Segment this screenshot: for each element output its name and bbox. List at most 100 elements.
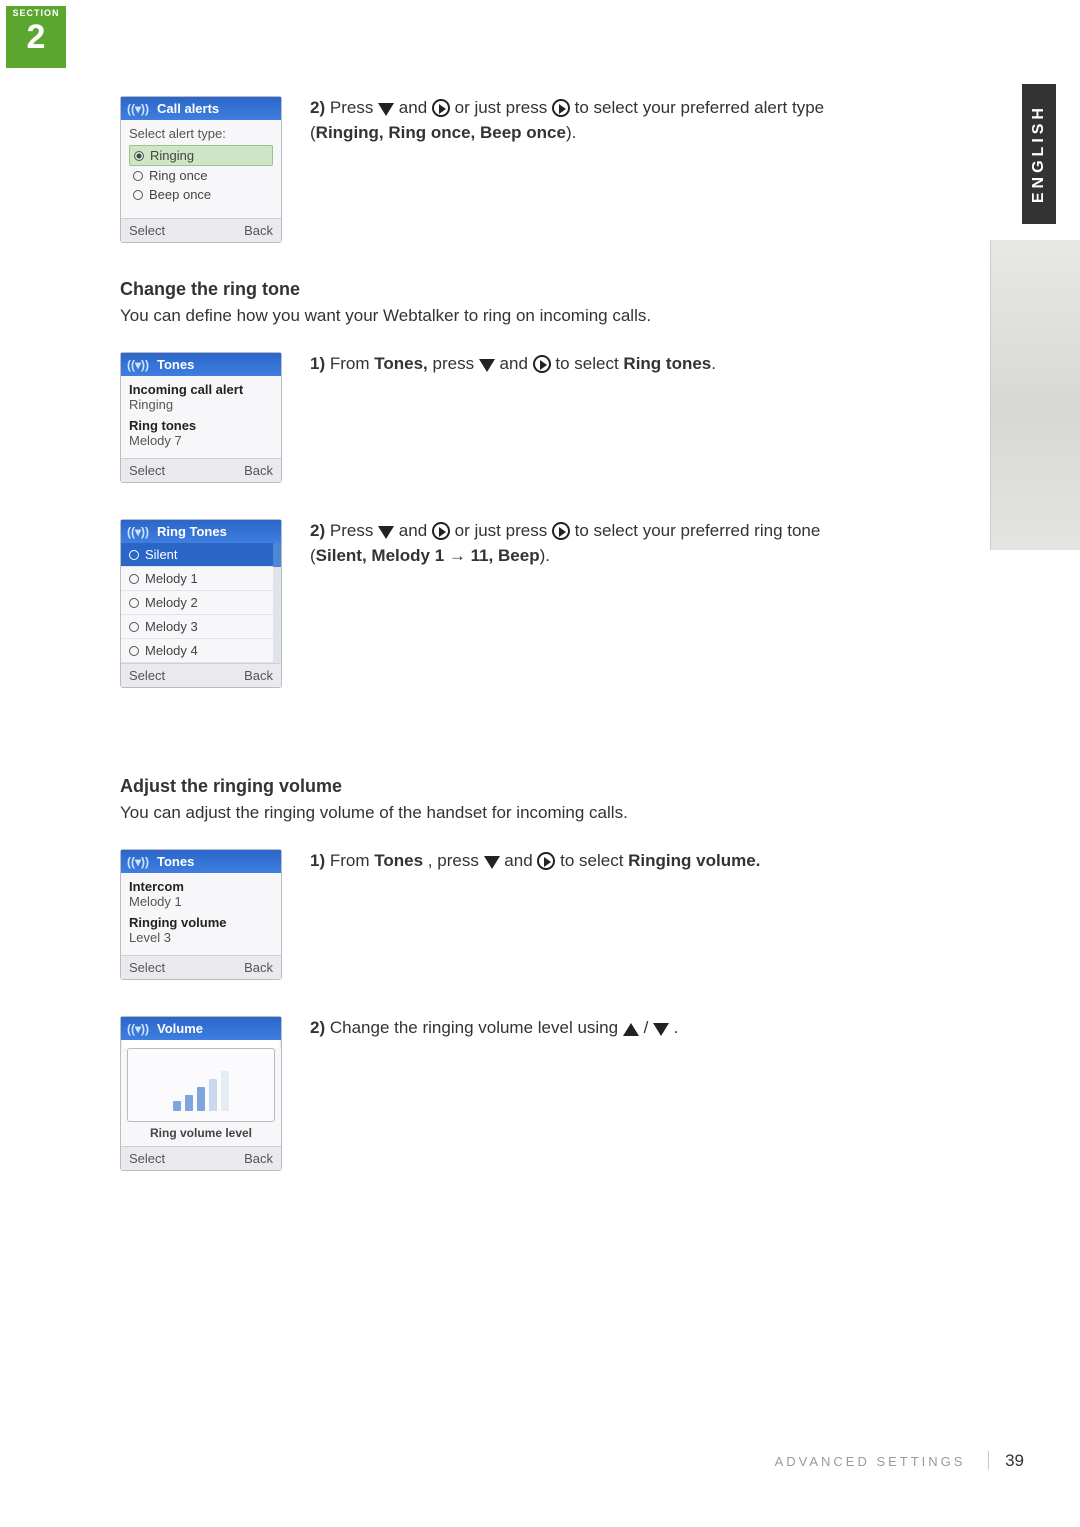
row-tones-a: ((▾)) Tones Incoming call alert Ringing … xyxy=(120,352,880,483)
screen-title-bar: ((▾)) Tones xyxy=(121,850,281,873)
down-arrow-icon xyxy=(378,526,394,539)
manual-page: SECTION 2 ENGLISH ((▾)) Call alerts Sele… xyxy=(0,0,1080,1527)
enter-button-icon xyxy=(533,355,551,373)
step-vol-2: 2) Change the ringing volume level using… xyxy=(282,1016,880,1041)
section-label: SECTION xyxy=(6,8,66,18)
step-ring-1: 1) From Tones, press and to select Ring … xyxy=(282,352,880,377)
down-arrow-icon xyxy=(479,359,495,372)
screen-title-bar: ((▾)) Tones xyxy=(121,353,281,376)
screen-body: Silent Melody 1 Melody 2 Melody 3 Melody… xyxy=(121,543,281,663)
ring-tone-melody-3[interactable]: Melody 3 xyxy=(121,615,281,639)
cat-ring-tones: Ring tones xyxy=(129,418,273,433)
enter-button-icon xyxy=(432,522,450,540)
radio-icon xyxy=(129,598,139,608)
softkey-select[interactable]: Select xyxy=(129,463,165,478)
row-volume: ((▾)) Volume Ring volume level Select Ba… xyxy=(120,1016,880,1171)
volume-caption: Ring volume level xyxy=(121,1126,281,1146)
ring-tone-silent[interactable]: Silent xyxy=(121,543,281,567)
screen-prompt: Select alert type: xyxy=(129,126,273,141)
softkey-select[interactable]: Select xyxy=(129,223,165,238)
screen-body: Select alert type: Ringing Ring once Bee… xyxy=(121,120,281,218)
val-ringing-volume: Level 3 xyxy=(129,930,273,945)
screen-softkeys: Select Back xyxy=(121,218,281,242)
ring-tone-melody-4[interactable]: Melody 4 xyxy=(121,639,281,663)
screen-softkeys: Select Back xyxy=(121,955,281,979)
screen-softkeys: Select Back xyxy=(121,1146,281,1170)
softkey-back[interactable]: Back xyxy=(244,960,273,975)
softkey-select[interactable]: Select xyxy=(129,960,165,975)
up-arrow-icon xyxy=(623,1023,639,1036)
screen-title-bar: ((▾)) Call alerts xyxy=(121,97,281,120)
screen-title-bar: ((▾)) Ring Tones xyxy=(121,520,281,543)
enter-button-icon xyxy=(552,99,570,117)
row-ring-tones: ((▾)) Ring Tones Silent Melody 1 Melody … xyxy=(120,519,880,688)
signal-icon: ((▾)) xyxy=(127,102,149,116)
ring-tone-melody-2[interactable]: Melody 2 xyxy=(121,591,281,615)
screen-title: Call alerts xyxy=(157,101,219,116)
signal-icon: ((▾)) xyxy=(127,1022,149,1036)
down-arrow-icon xyxy=(653,1023,669,1036)
enter-button-icon xyxy=(432,99,450,117)
down-arrow-icon xyxy=(378,103,394,116)
cat-incoming-call-alert: Incoming call alert xyxy=(129,382,273,397)
screen-volume: ((▾)) Volume Ring volume level Select Ba… xyxy=(120,1016,282,1171)
ring-tone-melody-1[interactable]: Melody 1 xyxy=(121,567,281,591)
side-photo xyxy=(990,240,1080,550)
screen-body: Intercom Melody 1 Ringing volume Level 3 xyxy=(121,873,281,955)
radio-icon xyxy=(133,171,143,181)
step-vol-1: 1) From Tones , press and to select Ring… xyxy=(282,849,880,874)
section-number: 2 xyxy=(6,20,66,54)
screen-body: Ring volume level xyxy=(121,1048,281,1146)
radio-icon xyxy=(133,190,143,200)
radio-icon xyxy=(129,574,139,584)
heading-change-ring-tone: Change the ring tone xyxy=(120,279,880,300)
cat-intercom: Intercom xyxy=(129,879,273,894)
screen-tones-a: ((▾)) Tones Incoming call alert Ringing … xyxy=(120,352,282,483)
language-tab: ENGLISH xyxy=(1022,84,1056,224)
row-tones-b: ((▾)) Tones Intercom Melody 1 Ringing vo… xyxy=(120,849,880,980)
signal-icon: ((▾)) xyxy=(127,525,149,539)
enter-button-icon xyxy=(537,852,555,870)
language-tab-text: ENGLISH xyxy=(1030,104,1048,203)
volume-bars-icon xyxy=(173,1071,229,1111)
softkey-select[interactable]: Select xyxy=(129,1151,165,1166)
signal-icon: ((▾)) xyxy=(127,855,149,869)
softkey-back[interactable]: Back xyxy=(244,463,273,478)
radio-icon xyxy=(129,622,139,632)
alert-option-beep-once[interactable]: Beep once xyxy=(129,185,273,204)
softkey-back[interactable]: Back xyxy=(244,223,273,238)
screen-body: Incoming call alert Ringing Ring tones M… xyxy=(121,376,281,458)
softkey-back[interactable]: Back xyxy=(244,668,273,683)
alert-option-ringing[interactable]: Ringing xyxy=(129,145,273,166)
step-call-alerts-2: 2) Press and or just press to select you… xyxy=(282,96,880,145)
section-badge: SECTION 2 xyxy=(6,6,66,68)
row-call-alerts: ((▾)) Call alerts Select alert type: Rin… xyxy=(120,96,880,243)
step-ring-2: 2) Press and or just press to select you… xyxy=(282,519,880,568)
page-footer: ADVANCED SETTINGS 39 xyxy=(775,1451,1024,1471)
alert-type-list: Ringing Ring once Beep once xyxy=(129,141,273,208)
screen-softkeys: Select Back xyxy=(121,458,281,482)
val-intercom: Melody 1 xyxy=(129,894,273,909)
heading-adjust-volume: Adjust the ringing volume xyxy=(120,776,880,797)
radio-icon xyxy=(134,151,144,161)
content-column: ((▾)) Call alerts Select alert type: Rin… xyxy=(120,96,880,1207)
screen-title: Ring Tones xyxy=(157,524,227,539)
softkey-back[interactable]: Back xyxy=(244,1151,273,1166)
ring-tone-list: Silent Melody 1 Melody 2 Melody 3 Melody… xyxy=(121,543,281,663)
footer-label: ADVANCED SETTINGS xyxy=(775,1454,966,1469)
alert-option-ring-once[interactable]: Ring once xyxy=(129,166,273,185)
signal-icon: ((▾)) xyxy=(127,358,149,372)
softkey-select[interactable]: Select xyxy=(129,668,165,683)
screen-title: Tones xyxy=(157,357,194,372)
sub-adjust-volume: You can adjust the ringing volume of the… xyxy=(120,803,880,823)
enter-button-icon xyxy=(552,522,570,540)
scrollbar-thumb[interactable] xyxy=(273,543,281,567)
screen-title: Volume xyxy=(157,1021,203,1036)
page-number: 39 xyxy=(988,1451,1024,1470)
screen-softkeys: Select Back xyxy=(121,663,281,687)
screen-tones-b: ((▾)) Tones Intercom Melody 1 Ringing vo… xyxy=(120,849,282,980)
radio-icon xyxy=(129,550,139,560)
screen-call-alerts: ((▾)) Call alerts Select alert type: Rin… xyxy=(120,96,282,243)
screen-ring-tones: ((▾)) Ring Tones Silent Melody 1 Melody … xyxy=(120,519,282,688)
cat-ringing-volume: Ringing volume xyxy=(129,915,273,930)
